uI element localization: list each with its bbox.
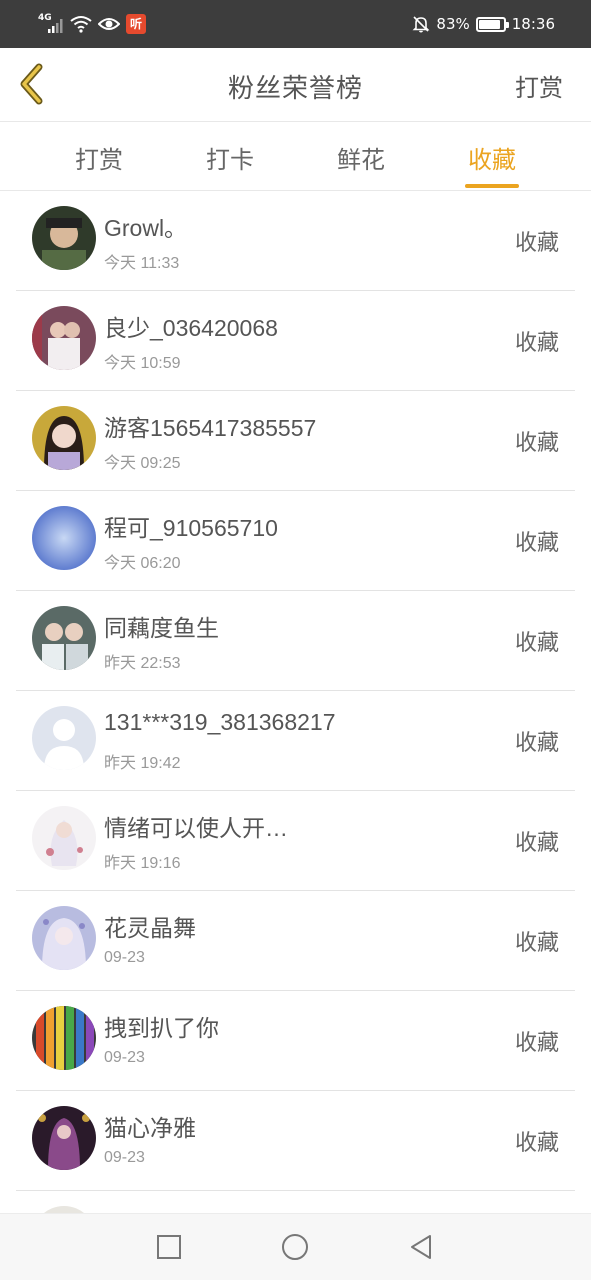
mute-icon bbox=[412, 16, 430, 33]
avatar bbox=[32, 606, 96, 670]
action-label: 收藏 bbox=[514, 1031, 559, 1056]
timestamp: 今天 11:33 bbox=[104, 255, 180, 272]
list-item[interactable]: 同藕度鱼生 昨天 22:53 收藏 bbox=[16, 591, 575, 691]
default-avatar-icon bbox=[32, 706, 96, 770]
list-item[interactable]: 游客1565417385557 今天 09:25 收藏 bbox=[16, 391, 575, 491]
avatar bbox=[32, 1006, 96, 1070]
action-label: 收藏 bbox=[514, 731, 559, 756]
user-name: 猫心净雅 bbox=[104, 1115, 196, 1141]
action-label: 收藏 bbox=[514, 631, 559, 656]
user-name: 花灵晶舞 bbox=[104, 915, 196, 941]
user-name: 游客1565417385557 bbox=[104, 415, 317, 441]
timestamp: 09-23 bbox=[104, 1149, 145, 1166]
tab-label: 打赏 bbox=[75, 146, 123, 174]
action-label: 收藏 bbox=[514, 931, 559, 956]
list-item[interactable]: 程可_910565710 今天 06:20 收藏 bbox=[16, 491, 575, 591]
user-name: 情绪可以使人开… bbox=[104, 815, 288, 841]
home-button[interactable] bbox=[280, 1232, 310, 1262]
avatar bbox=[32, 1206, 96, 1213]
list-item[interactable]: Growl。 今天 11:33 收藏 bbox=[16, 191, 575, 291]
action-label: 收藏 bbox=[514, 431, 559, 456]
list-item[interactable]: 良少_036420068 今天 10:59 收藏 bbox=[16, 291, 575, 391]
action-label: 收藏 bbox=[514, 331, 559, 356]
timestamp: 今天 06:20 bbox=[104, 555, 181, 572]
user-name: 131***319_381368217 bbox=[104, 709, 336, 735]
wifi-icon bbox=[70, 16, 92, 33]
action-label: 收藏 bbox=[514, 231, 559, 256]
back-nav-button[interactable] bbox=[406, 1232, 436, 1262]
tab-checkin[interactable]: 打卡 bbox=[175, 140, 285, 190]
tab-label: 鲜花 bbox=[337, 146, 385, 174]
status-left: 4G 听 bbox=[38, 12, 146, 36]
tab-bar: 打赏 打卡 鲜花 收藏 bbox=[0, 122, 591, 191]
timestamp: 今天 09:25 bbox=[104, 455, 181, 472]
list-item[interactable]: 131***319_381368217 昨天 19:42 收藏 bbox=[16, 691, 575, 791]
action-label: 收藏 bbox=[514, 531, 559, 556]
triangle-back-icon bbox=[411, 1235, 431, 1259]
user-name: 良少_036420068 bbox=[104, 315, 278, 341]
tab-label: 收藏 bbox=[468, 146, 516, 174]
timestamp: 09-23 bbox=[104, 949, 145, 966]
list-item[interactable]: 猫心净雅 09-23 收藏 bbox=[16, 1091, 575, 1191]
eye-icon bbox=[98, 18, 120, 30]
system-nav-bar bbox=[0, 1213, 591, 1280]
timestamp: 09-23 bbox=[104, 1049, 145, 1066]
reward-button[interactable]: 打赏 bbox=[515, 68, 563, 103]
timestamp: 今天 10:59 bbox=[104, 355, 181, 372]
square-recent-icon bbox=[157, 1235, 181, 1259]
status-bar: 4G 听 83% 18:36 bbox=[0, 0, 591, 48]
avatar bbox=[32, 406, 96, 470]
timestamp: 昨天 19:42 bbox=[104, 755, 181, 772]
avatar bbox=[32, 1106, 96, 1170]
tab-indicator bbox=[465, 184, 519, 188]
avatar bbox=[32, 906, 96, 970]
signal-icon: 4G bbox=[38, 13, 64, 35]
timestamp: 昨天 22:53 bbox=[104, 655, 181, 672]
action-label: 收藏 bbox=[514, 831, 559, 856]
app-badge-icon: 听 bbox=[126, 14, 146, 34]
list-item[interactable] bbox=[16, 1191, 575, 1213]
list-item[interactable]: 情绪可以使人开… 昨天 19:16 收藏 bbox=[16, 791, 575, 891]
tab-favorites[interactable]: 收藏 bbox=[437, 140, 547, 190]
page-title: 粉丝荣誉榜 bbox=[227, 74, 363, 104]
avatar bbox=[32, 806, 96, 870]
recent-apps-button[interactable] bbox=[154, 1232, 184, 1262]
user-name: Growl。 bbox=[104, 215, 188, 241]
timestamp: 昨天 19:16 bbox=[104, 855, 181, 872]
avatar bbox=[32, 306, 96, 370]
status-right: 83% 18:36 bbox=[412, 12, 555, 36]
tab-reward[interactable]: 打赏 bbox=[44, 140, 154, 190]
user-name: 程可_910565710 bbox=[104, 515, 278, 541]
tab-flowers[interactable]: 鲜花 bbox=[306, 140, 416, 190]
tab-label: 打卡 bbox=[206, 146, 254, 174]
clock: 18:36 bbox=[511, 15, 555, 33]
fan-list: Growl。 今天 11:33 收藏 良少_036420068 今天 10:59… bbox=[0, 191, 591, 1213]
battery-percent: 83% bbox=[436, 15, 470, 33]
list-item[interactable]: 花灵晶舞 09-23 收藏 bbox=[16, 891, 575, 991]
battery-icon bbox=[475, 16, 509, 32]
avatar bbox=[32, 506, 96, 570]
circle-home-icon bbox=[282, 1234, 308, 1260]
list-item[interactable]: 拽到扒了你 09-23 收藏 bbox=[16, 991, 575, 1091]
avatar bbox=[32, 206, 96, 270]
user-name: 拽到扒了你 bbox=[104, 1015, 219, 1041]
action-label: 收藏 bbox=[514, 1131, 559, 1156]
top-app-bar: 粉丝荣誉榜 打赏 bbox=[0, 48, 591, 122]
user-name: 同藕度鱼生 bbox=[104, 615, 219, 641]
